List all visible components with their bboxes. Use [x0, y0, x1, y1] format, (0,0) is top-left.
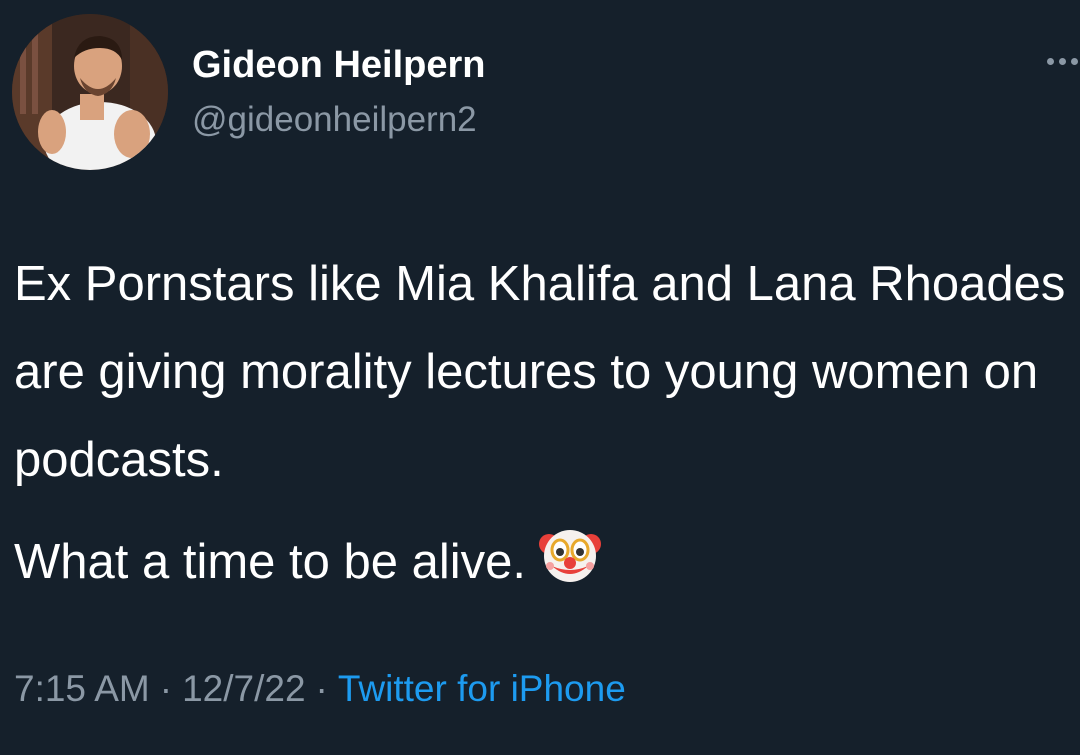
more-dot: [1071, 58, 1078, 65]
author-handle[interactable]: @gideonheilpern2: [192, 100, 477, 140]
tweet-text-line-2: What a time to be alive.: [14, 535, 527, 589]
tweet-source-link[interactable]: Twitter for iPhone: [338, 668, 626, 709]
more-dot: [1059, 58, 1066, 65]
meta-separator: ·: [315, 668, 328, 709]
author-display-name[interactable]: Gideon Heilpern: [192, 44, 485, 87]
avatar[interactable]: [12, 14, 168, 170]
meta-separator: ·: [159, 668, 173, 709]
tweet-text-paragraph-2: What a time to be alive.: [14, 518, 1080, 606]
tweet-text-paragraph-1: Ex Pornstars like Mia Khalifa and Lana R…: [14, 257, 1066, 487]
more-options-icon[interactable]: [1047, 52, 1078, 71]
tweet-card: Gideon Heilpern @gideonheilpern2 Ex Porn…: [0, 0, 1080, 755]
tweet-date[interactable]: 12/7/22: [182, 668, 305, 709]
tweet-text: Ex Pornstars like Mia Khalifa and Lana R…: [14, 240, 1080, 606]
profile-photo-icon: [12, 14, 168, 170]
tweet-meta: 7:15 AM · 12/7/22 · Twitter for iPhone: [14, 668, 626, 710]
more-dot: [1047, 58, 1054, 65]
tweet-time[interactable]: 7:15 AM: [14, 668, 150, 709]
clown-face-icon: [539, 530, 602, 582]
